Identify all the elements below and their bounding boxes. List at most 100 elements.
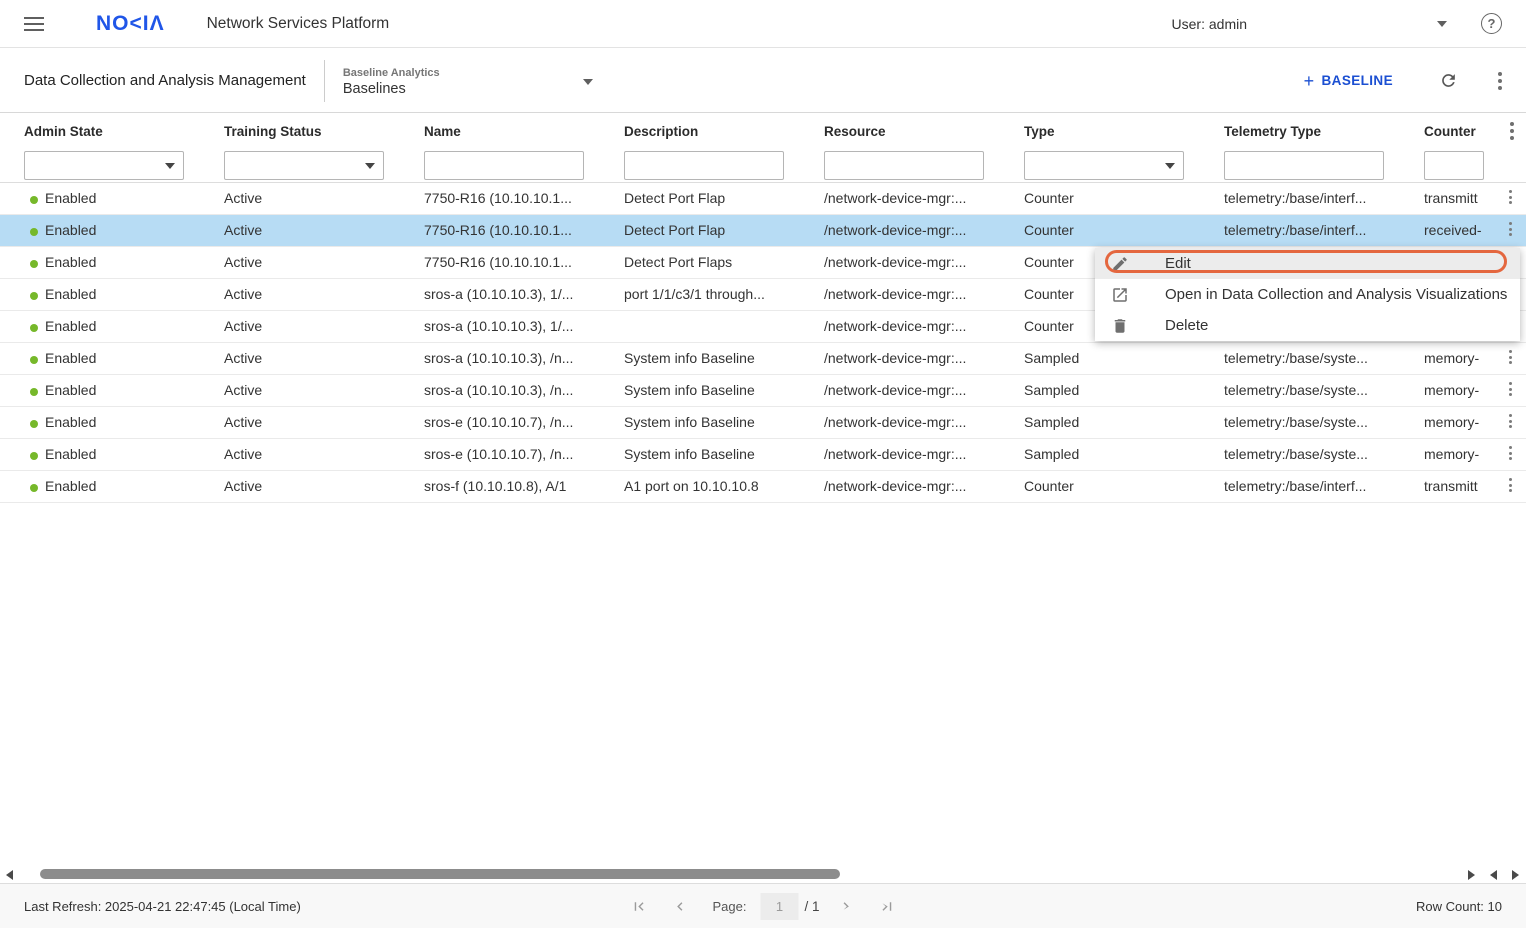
scroll-right-arrow-icon[interactable]: [1468, 870, 1475, 880]
status-dot-icon: [30, 227, 38, 236]
cell-resource: /network-device-mgr:...: [824, 446, 967, 462]
cell-resource: /network-device-mgr:...: [824, 318, 967, 334]
cell-resource: /network-device-mgr:...: [824, 254, 967, 270]
open-in-new-icon: [1111, 286, 1147, 304]
cell-resource: /network-device-mgr:...: [824, 382, 967, 398]
add-baseline-button[interactable]: + BASELINE: [1304, 72, 1393, 90]
last-page-button[interactable]: [879, 898, 896, 915]
kebab-icon: [1509, 478, 1512, 492]
cell-training_status: Active: [224, 286, 263, 302]
cell-description: port 1/1/c3/1 through...: [624, 286, 765, 302]
column-header-type[interactable]: Type: [1024, 124, 1055, 139]
first-page-button[interactable]: [631, 898, 648, 915]
table-row[interactable]: Enabled Active 7750-R16 (10.10.10.1... Dete…: [0, 183, 1526, 215]
cell-name: sros-a (10.10.10.3), 1/...: [424, 318, 574, 334]
filter-input-resource[interactable]: [824, 151, 984, 180]
column-header-counter[interactable]: Counter: [1424, 124, 1476, 139]
cell-telemetry_type: telemetry:/base/interf...: [1224, 190, 1367, 206]
status-dot-icon: [30, 419, 38, 428]
kebab-icon: [1509, 414, 1512, 428]
table-row[interactable]: Enabled Active sros-e (10.10.10.7), /n... S…: [0, 439, 1526, 471]
filter-input-description[interactable]: [624, 151, 784, 180]
filter-select-type[interactable]: [1024, 151, 1184, 180]
column-settings-button[interactable]: [1510, 122, 1514, 140]
row-actions-menu-button[interactable]: [1509, 382, 1512, 396]
cell-counter: memory-: [1424, 382, 1480, 398]
cell-description: System info Baseline: [624, 446, 755, 462]
cell-description: Detect Port Flaps: [624, 254, 733, 270]
row-actions-menu-button[interactable]: [1509, 222, 1512, 236]
cell-name: sros-f (10.10.10.8), A/1: [424, 478, 567, 494]
cell-name: sros-a (10.10.10.3), /n...: [424, 382, 574, 398]
row-actions-menu-button[interactable]: [1509, 414, 1512, 428]
divider: [323, 59, 325, 102]
filter-select-admin_state[interactable]: [24, 151, 184, 180]
filter-select-training_status[interactable]: [224, 151, 384, 180]
column-header-training_status[interactable]: Training Status: [224, 124, 322, 139]
user-menu-label[interactable]: User: admin: [1172, 16, 1247, 32]
application-window: NO<IΛ Network Services Platform User: ad…: [0, 0, 1526, 928]
cell-resource: /network-device-mgr:...: [824, 190, 967, 206]
column-header-telemetry_type[interactable]: Telemetry Type: [1224, 124, 1321, 139]
cell-training_status: Active: [224, 446, 263, 462]
cell-counter: memory-: [1424, 446, 1480, 462]
scroll-left-arrow-icon[interactable]: [6, 870, 13, 880]
help-icon[interactable]: ?: [1481, 13, 1502, 34]
status-dot-icon: [30, 355, 38, 364]
filter-input-counter[interactable]: [1424, 151, 1484, 180]
refresh-icon: [1442, 74, 1455, 87]
cell-training_status: Active: [224, 222, 263, 238]
row-actions-menu-button[interactable]: [1509, 478, 1512, 492]
page-number-input[interactable]: [760, 892, 799, 920]
menu-item-delete[interactable]: Delete: [1095, 310, 1520, 341]
view-selector-dropdown[interactable]: Baseline Analytics Baselines: [343, 65, 593, 97]
cell-description: System info Baseline: [624, 350, 755, 366]
row-actions-menu-button[interactable]: [1509, 446, 1512, 460]
hamburger-menu-icon[interactable]: [24, 16, 44, 31]
column-header-description[interactable]: Description: [624, 124, 698, 139]
table-actions-menu-button[interactable]: [1498, 71, 1502, 90]
last-refresh-text: Last Refresh: 2025-04-21 22:47:45 (Local…: [24, 898, 301, 914]
cell-description: Detect Port Flap: [624, 222, 726, 238]
row-actions-menu-button[interactable]: [1509, 190, 1512, 204]
cell-admin_state: Enabled: [24, 446, 220, 462]
table-row[interactable]: Enabled Active sros-e (10.10.10.7), /n... S…: [0, 407, 1526, 439]
column-header-resource[interactable]: Resource: [824, 124, 886, 139]
kebab-icon: [1498, 71, 1502, 90]
table-row[interactable]: Enabled Active sros-f (10.10.10.8), A/1 A1 …: [0, 471, 1526, 503]
menu-item-label: Delete: [1165, 317, 1209, 334]
table-row[interactable]: Enabled Active sros-a (10.10.10.3), /n... S…: [0, 375, 1526, 407]
cell-name: 7750-R16 (10.10.10.1...: [424, 190, 572, 206]
filter-input-telemetry_type[interactable]: [1224, 151, 1384, 180]
page-total: / 1: [804, 898, 820, 914]
row-actions-menu-button[interactable]: [1509, 350, 1512, 364]
action-bar: Data Collection and Analysis Management …: [0, 49, 1526, 113]
scrollbar-thumb[interactable]: [40, 869, 840, 879]
kebab-icon: [1509, 350, 1512, 364]
table-row[interactable]: Enabled Active 7750-R16 (10.10.10.1... Dete…: [0, 215, 1526, 247]
next-page-button[interactable]: [838, 898, 855, 915]
cell-resource: /network-device-mgr:...: [824, 350, 967, 366]
cell-name: sros-a (10.10.10.3), /n...: [424, 350, 574, 366]
menu-item-label: Edit: [1165, 255, 1191, 272]
kebab-icon: [1510, 122, 1514, 140]
plus-icon: +: [1303, 70, 1315, 91]
cell-counter: memory-: [1424, 350, 1480, 366]
menu-item-open[interactable]: Open in Data Collection and Analysis Vis…: [1095, 279, 1520, 310]
column-header-name[interactable]: Name: [424, 124, 461, 139]
pane-scroll-left-icon[interactable]: [1490, 870, 1497, 880]
view-selector-label: Baseline Analytics: [342, 66, 440, 79]
cell-admin_state: Enabled: [24, 414, 220, 430]
pane-scroll-right-icon[interactable]: [1512, 870, 1519, 880]
previous-page-button[interactable]: [672, 898, 689, 915]
cell-telemetry_type: telemetry:/base/syste...: [1224, 382, 1368, 398]
chevron-down-icon[interactable]: [1437, 20, 1447, 27]
filter-input-name[interactable]: [424, 151, 584, 180]
column-header-admin_state[interactable]: Admin State: [24, 124, 103, 139]
refresh-button[interactable]: [1439, 71, 1458, 90]
menu-item-label: Open in Data Collection and Analysis Vis…: [1165, 286, 1508, 303]
pencil-icon: [1111, 255, 1147, 273]
menu-item-edit[interactable]: Edit: [1095, 248, 1520, 279]
cell-training_status: Active: [224, 190, 263, 206]
table-row[interactable]: Enabled Active sros-a (10.10.10.3), /n... S…: [0, 343, 1526, 375]
